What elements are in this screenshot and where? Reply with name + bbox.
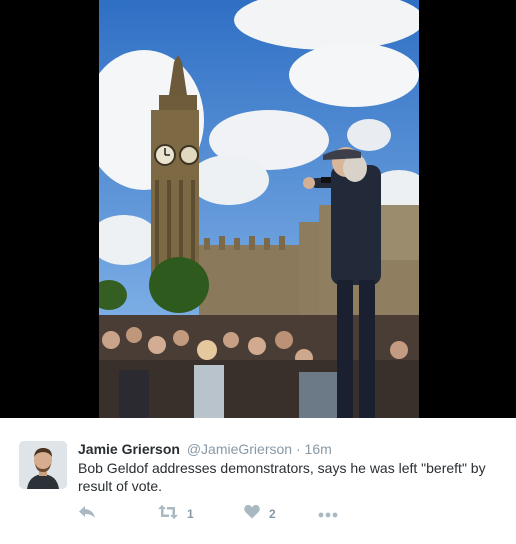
more-icon <box>318 505 338 523</box>
tweet-header: Jamie Grierson @JamieGrierson · 16m <box>78 440 332 458</box>
separator-dot: · <box>295 441 301 457</box>
more-button[interactable] <box>318 504 338 524</box>
tweet-text: Bob Geldof addresses demonstrators, says… <box>78 460 486 494</box>
tweet-card: Jamie Grierson @JamieGrierson · 16m Bob … <box>0 418 516 544</box>
tweet-actions: 1 2 <box>78 504 358 524</box>
user-handle[interactable]: @JamieGrierson <box>187 441 292 457</box>
retweet-count: 1 <box>187 507 194 521</box>
reply-button[interactable] <box>78 504 96 524</box>
timestamp[interactable]: 16m <box>305 441 332 457</box>
retweet-icon <box>158 504 178 525</box>
media-container <box>0 0 516 418</box>
display-name[interactable]: Jamie Grierson <box>78 441 180 457</box>
like-button[interactable]: 2 <box>244 504 276 524</box>
reply-icon <box>78 504 96 525</box>
like-count: 2 <box>269 507 276 521</box>
retweet-button[interactable]: 1 <box>158 504 194 524</box>
heart-icon <box>244 504 260 524</box>
tweet-photo[interactable] <box>99 0 419 418</box>
avatar[interactable] <box>19 441 67 489</box>
